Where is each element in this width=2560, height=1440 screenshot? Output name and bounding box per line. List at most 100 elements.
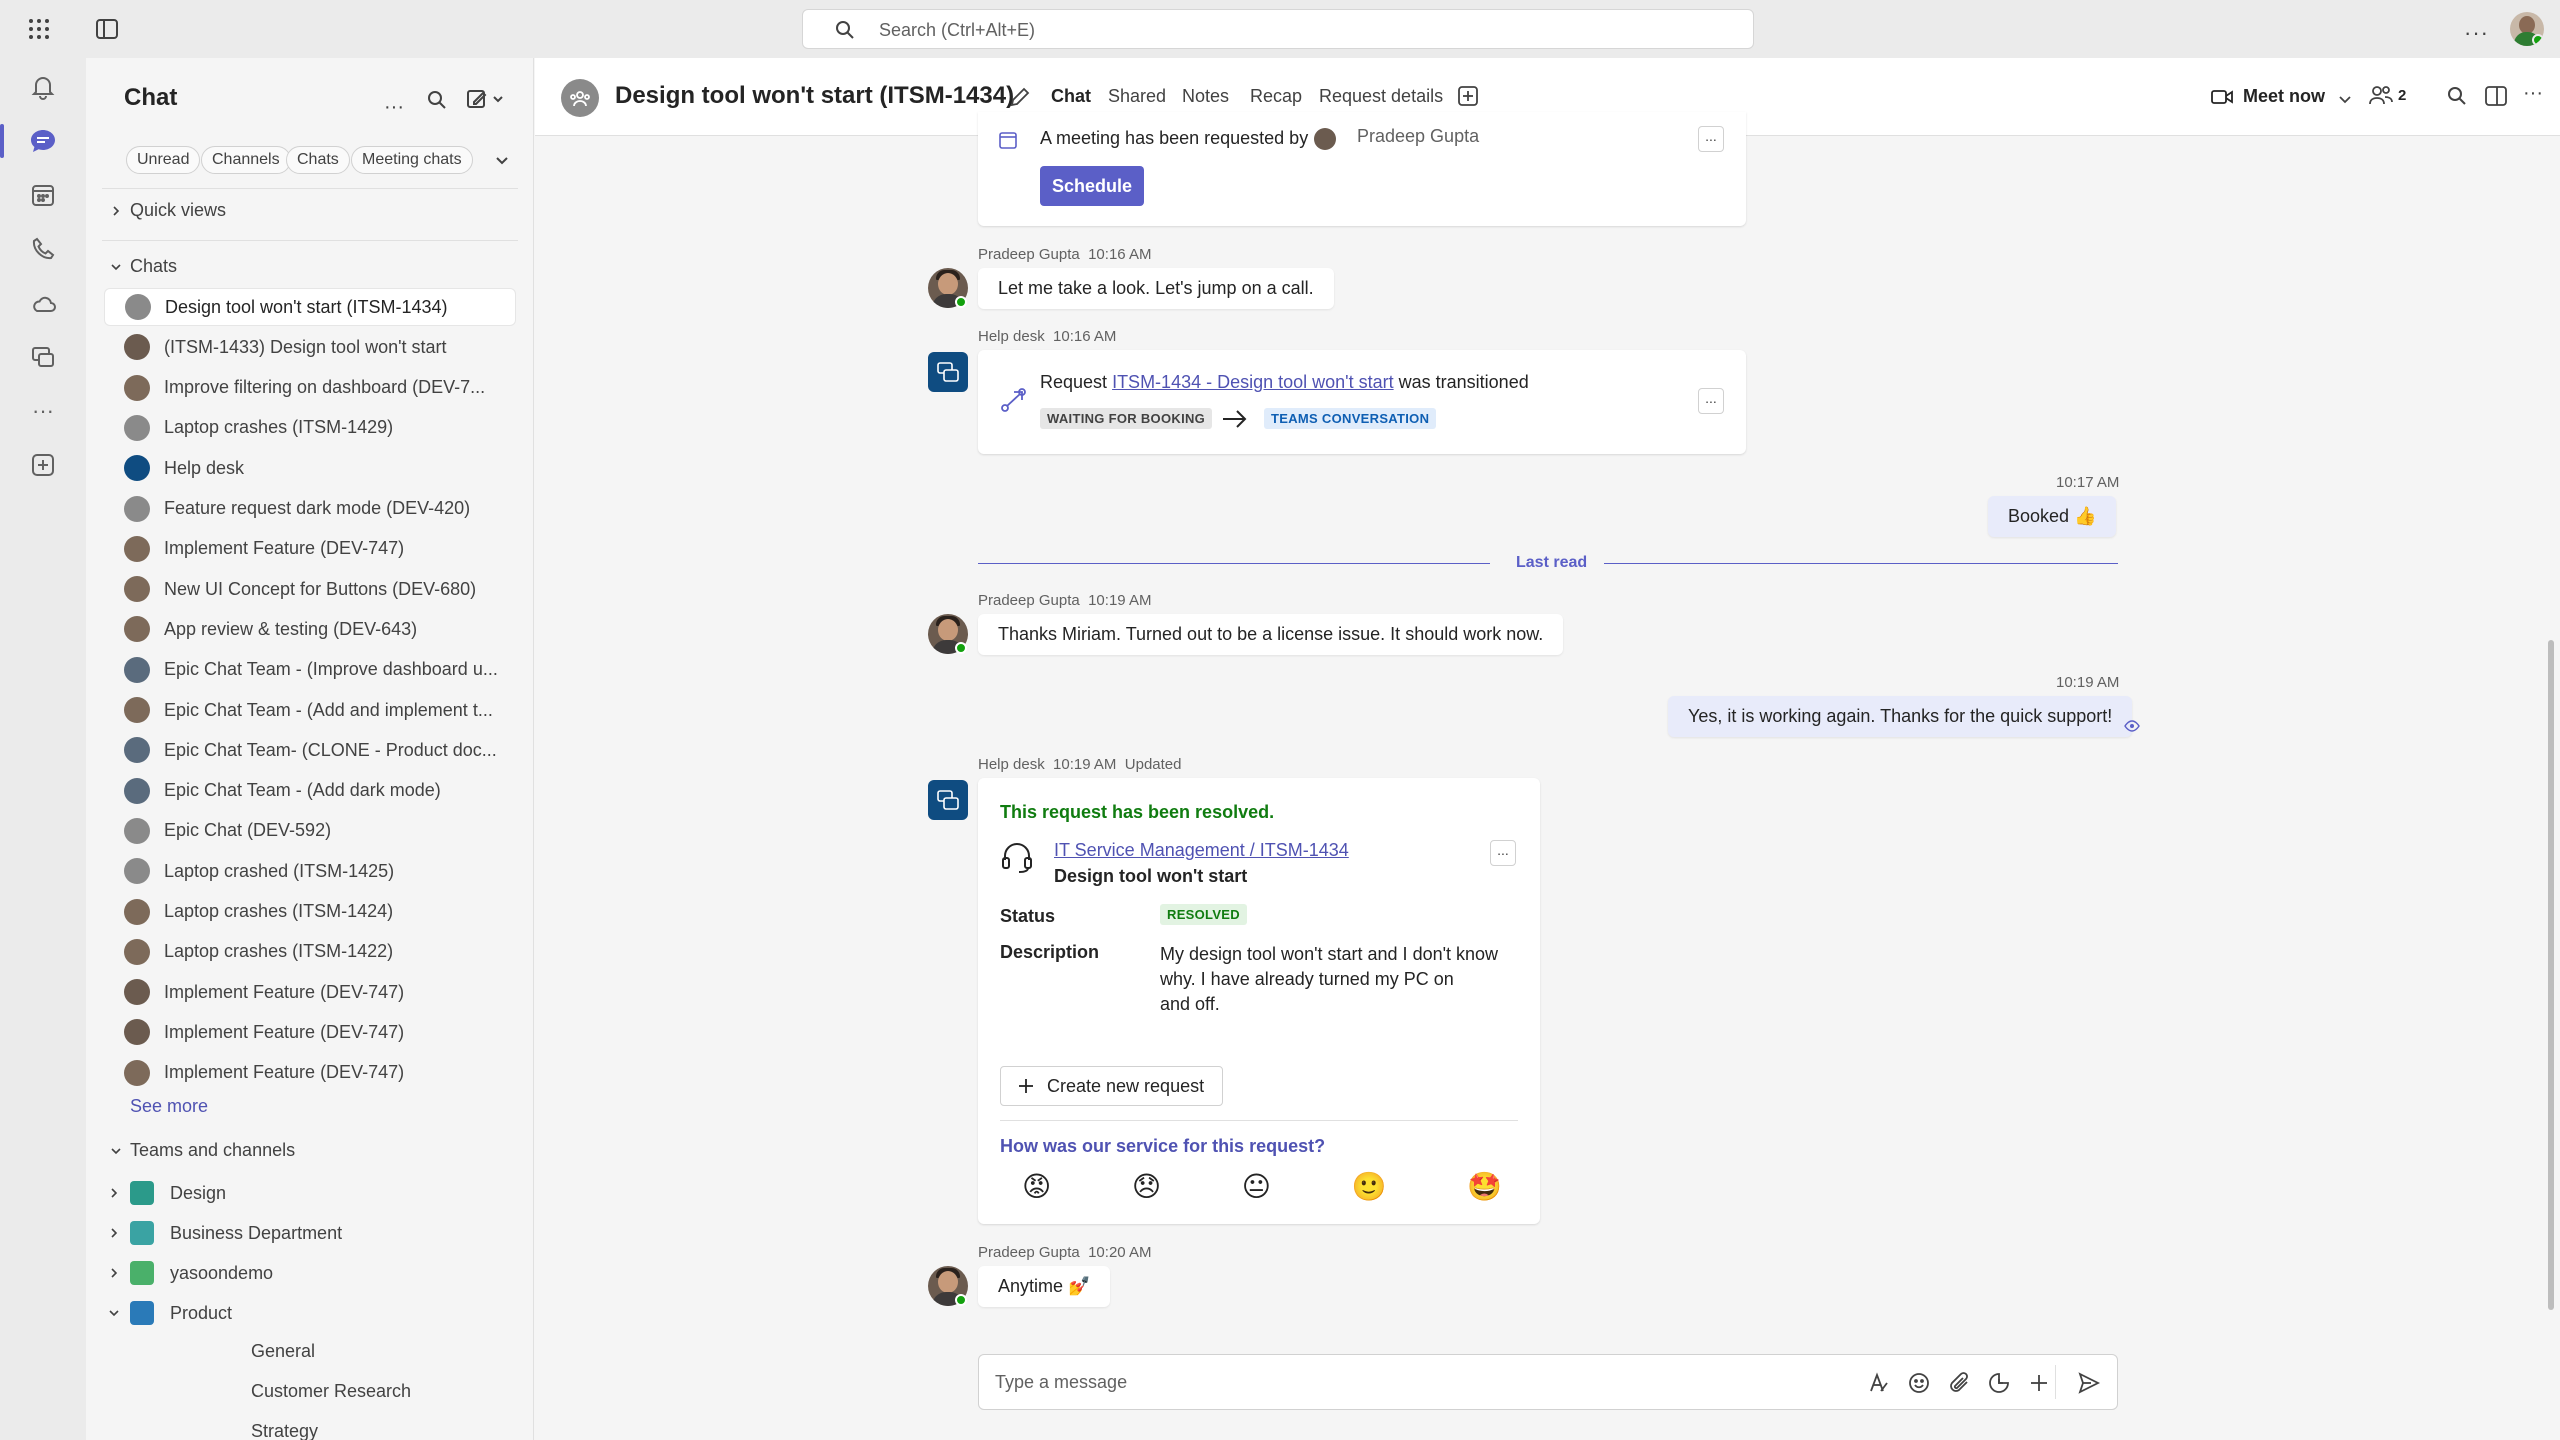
header-more-icon[interactable]: ··· [2523,82,2543,105]
user-avatar[interactable] [2510,12,2544,46]
chat-item[interactable]: Epic Chat Team - (Add and implement t... [104,691,516,729]
chat-avatar [124,495,150,522]
message-bubble[interactable]: Thanks Miriam. Turned out to be a licens… [978,614,1564,655]
find-in-chat-search-icon[interactable] [2447,86,2467,106]
tab-chat[interactable]: Chat [1051,86,1091,131]
attach-paperclip-icon[interactable] [1947,1371,1971,1395]
rating-star-struck-icon[interactable]: 🤩 [1467,1170,1502,1203]
message-time: 10:16 AM [1088,246,1152,263]
emoji-icon[interactable] [1907,1371,1931,1395]
add-tab-icon[interactable] [1457,85,1479,107]
chat-item[interactable]: Improve filtering on dashboard (DEV-7... [104,369,516,407]
chat-item[interactable]: Laptop crashed (ITSM-1425) [104,852,516,890]
sidebar-more-icon[interactable]: ··· [384,96,404,119]
see-more-link[interactable]: See more [130,1096,208,1117]
chat-rail-icon[interactable] [0,122,62,160]
chat-item[interactable]: Laptop crashes (ITSM-1429) [104,409,516,447]
chat-item[interactable]: Laptop crashes (ITSM-1424) [104,893,516,931]
chat-item[interactable]: Epic Chat (DEV-592) [104,812,516,850]
chat-scrollbar[interactable] [2548,640,2554,1310]
chat-item[interactable]: (ITSM-1433) Design tool won't start [104,328,516,366]
tab-recap[interactable]: Recap [1250,86,1302,107]
schedule-button[interactable]: Schedule [1040,166,1144,206]
message-bubble[interactable]: Let me take a look. Let's jump on a call… [978,268,1334,309]
format-text-icon[interactable] [1867,1371,1891,1395]
create-new-request-button[interactable]: Create new request [1000,1066,1224,1106]
my-message-bubble[interactable]: Yes, it is working again. Thanks for the… [1668,696,2133,737]
description-line: My design tool won't start and I don't k… [1160,944,1499,964]
sidebar-search-icon[interactable] [427,90,447,110]
divider [1000,1120,1518,1121]
chat-sidebar: Chat ··· Unread Channels Chats Meeting c… [86,58,534,1440]
calls-phone-icon[interactable] [24,230,62,268]
filter-meeting-chats[interactable]: Meeting chats [351,146,473,174]
chat-item[interactable]: Epic Chat Team - (Add dark mode) [104,772,516,810]
quick-views-toggle[interactable]: Quick views [110,200,226,221]
search-input[interactable]: Search (Ctrl+Alt+E) [802,9,1754,49]
rating-happy-icon[interactable]: 🙂 [1352,1170,1387,1203]
filter-expand-chevron-icon[interactable] [494,152,510,168]
filter-channels[interactable]: Channels [201,146,291,174]
chat-item[interactable]: Implement Feature (DEV-747) [104,1054,516,1092]
add-apps-icon[interactable] [24,446,62,484]
rating-sad-icon[interactable]: 😞 [1132,1170,1161,1203]
team-business-department[interactable]: Business Department [104,1214,516,1252]
chat-item[interactable]: Implement Feature (DEV-747) [104,530,516,568]
sidebar-toggle-icon[interactable] [96,19,118,39]
chat-item[interactable]: Laptop crashes (ITSM-1422) [104,933,516,971]
filter-chats[interactable]: Chats [286,146,350,174]
card-more-button[interactable]: ... [1698,126,1724,152]
meet-dropdown-chevron-icon[interactable] [2338,92,2352,106]
meet-now-button[interactable]: Meet now [2211,86,2325,107]
team-design[interactable]: Design [104,1174,516,1212]
divider [102,188,518,189]
chat-item[interactable]: Feature request dark mode (DEV-420) [104,490,516,528]
chat-item[interactable]: Epic Chat Team - (Improve dashboard u... [104,651,516,689]
settings-more-icon[interactable]: ··· [2464,20,2489,46]
message-composer[interactable]: Type a message [978,1354,2118,1410]
chat-item[interactable]: Implement Feature (DEV-747) [104,1013,516,1051]
request-link[interactable]: ITSM-1434 - Design tool won't start [1112,372,1394,392]
loop-component-icon[interactable] [1987,1371,2011,1395]
chats-section-toggle[interactable]: Chats [110,256,177,277]
updated-label: Updated [1124,756,1182,773]
card-more-button[interactable]: ... [1698,388,1724,414]
calendar-icon[interactable] [24,176,62,214]
message-meta: Pradeep Gupta 10:19 AM [978,592,1151,609]
chat-item-label: Laptop crashes (ITSM-1429) [164,417,394,438]
tab-request-details[interactable]: Request details [1319,86,1443,107]
chat-item[interactable]: Implement Feature (DEV-747) [104,973,516,1011]
chat-item[interactable]: Epic Chat Team- (CLONE - Product doc... [104,731,516,769]
chat-item[interactable]: Help desk [104,449,516,487]
rating-angry-icon[interactable]: 😡 [1022,1170,1051,1203]
open-side-panel-icon[interactable] [2485,86,2507,106]
helpdesk-app-icon[interactable] [24,338,62,376]
message-bubble[interactable]: Anytime 💅 [978,1266,1111,1307]
my-message-bubble[interactable]: Booked 👍 [1988,496,2117,537]
add-actions-plus-icon[interactable] [2027,1371,2051,1395]
rename-pencil-icon[interactable] [1009,86,1031,108]
channel-strategy[interactable]: Strategy [251,1421,318,1440]
participants-button[interactable]: 2 [2368,84,2406,106]
channel-customer-research[interactable]: Customer Research [251,1381,411,1402]
tab-shared[interactable]: Shared [1108,86,1166,107]
team-yasoondemo[interactable]: yasoondemo [104,1254,516,1292]
filter-unread[interactable]: Unread [126,146,201,174]
card-more-button[interactable]: ... [1490,840,1516,866]
onedrive-cloud-icon[interactable] [24,284,62,322]
activity-bell-icon[interactable] [24,68,62,106]
tab-notes[interactable]: Notes [1182,86,1229,107]
channel-general[interactable]: General [251,1341,315,1362]
send-icon[interactable] [2077,1371,2101,1395]
app-launcher-icon[interactable] [28,18,50,40]
chat-item[interactable]: New UI Concept for Buttons (DEV-680) [104,570,516,608]
team-avatar [130,1181,154,1205]
more-apps-icon[interactable]: ··· [24,392,62,430]
chat-item-selected[interactable]: Design tool won't start (ITSM-1434) [104,288,516,326]
request-link[interactable]: IT Service Management / ITSM-1434 [1054,840,1349,861]
teams-section-toggle[interactable]: Teams and channels [110,1140,295,1161]
new-chat-icon[interactable] [466,88,506,110]
chat-item[interactable]: App review & testing (DEV-643) [104,610,516,648]
rating-neutral-icon[interactable]: 😐 [1242,1170,1271,1203]
team-product[interactable]: Product [104,1294,516,1332]
